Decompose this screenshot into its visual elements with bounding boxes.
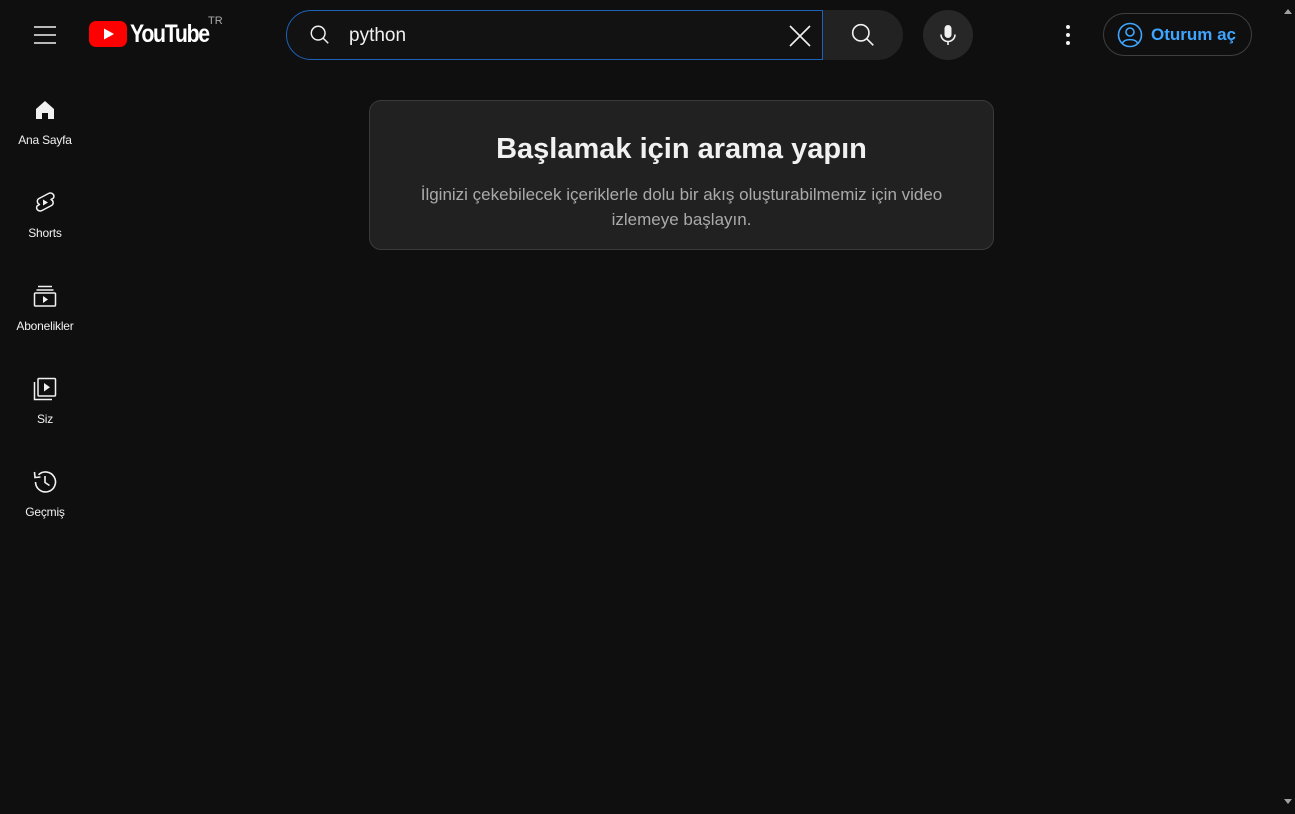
youtube-app: YouTube TR python Oturum aç Ana Sayfa Sh… — [0, 0, 1295, 814]
youtube-logo[interactable]: YouTube TR — [89, 14, 223, 54]
search-box — [286, 10, 823, 60]
search-icon — [851, 23, 874, 46]
logo-wordmark: YouTube — [130, 19, 210, 48]
page-scrollbar[interactable] — [1280, 0, 1295, 814]
sidebar-item-you[interactable]: Siz — [0, 359, 90, 452]
search-input[interactable] — [347, 21, 771, 51]
search-icon — [309, 24, 331, 51]
sidebar-item-shorts[interactable]: Shorts — [0, 173, 90, 266]
sign-in-button[interactable]: Oturum aç — [1103, 13, 1252, 56]
microphone-icon — [940, 25, 956, 45]
menu-icon[interactable] — [25, 15, 65, 55]
sidebar-item-history[interactable]: Geçmiş — [0, 452, 90, 545]
voice-search-button[interactable] — [923, 10, 973, 60]
masthead: YouTube TR python Oturum aç — [0, 0, 1280, 70]
sign-in-label: Oturum aç — [1151, 24, 1237, 44]
sidebar-item-subscriptions[interactable]: Abonelikler — [0, 266, 90, 359]
more-options-icon[interactable] — [1048, 15, 1088, 55]
youtube-play-logo-icon — [89, 21, 127, 47]
sidebar-item-label: Geçmiş — [25, 505, 65, 519]
search-button[interactable] — [823, 10, 903, 60]
country-code: TR — [208, 15, 223, 27]
clear-search-icon[interactable] — [784, 20, 816, 52]
scroll-up-arrow-icon[interactable] — [1284, 8, 1292, 14]
empty-feed-prompt: Başlamak için arama yapın İlginizi çekeb… — [369, 100, 994, 250]
prompt-body: İlginizi çekebilecek içeriklerle dolu bi… — [420, 185, 943, 229]
shorts-icon — [31, 189, 59, 217]
mini-guide: Ana Sayfa Shorts Abonelikler Siz Geçmiş — [0, 80, 90, 545]
account-circle-icon — [1117, 22, 1143, 48]
you-icon — [31, 375, 59, 403]
home-icon — [31, 96, 59, 124]
sidebar-item-label: Siz — [36, 412, 54, 426]
prompt-title: Başlamak için arama yapın — [496, 133, 867, 165]
subscriptions-icon — [31, 282, 59, 310]
sidebar-item-label: Shorts — [28, 226, 62, 240]
scroll-down-arrow-icon[interactable] — [1284, 799, 1292, 805]
search-bar — [286, 10, 903, 60]
sidebar-item-label: Abonelikler — [16, 319, 74, 333]
sidebar-item-label: Ana Sayfa — [18, 133, 72, 147]
history-icon — [31, 468, 59, 496]
sidebar-item-home[interactable]: Ana Sayfa — [0, 80, 90, 173]
